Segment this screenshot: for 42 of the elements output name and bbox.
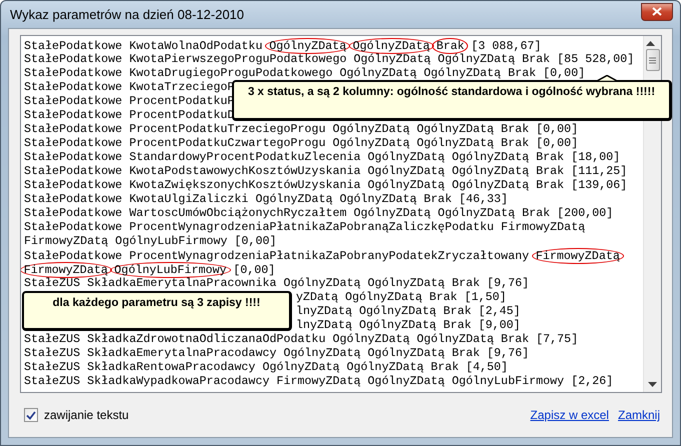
circled-text: OgólnyLubFirmowy: [110, 262, 231, 278]
scroll-down-icon[interactable]: [648, 381, 657, 387]
checkmark-icon: [26, 410, 36, 420]
text-line: StałePodatkowe ProcentPodatkuTrzeciegoProgu OgólnyZDatą OgólnyZDatą Brak [0,00]: [24, 122, 578, 136]
text-line: StałeZUS SkładkaZdrowotnaOdliczanaOdPodatku OgólnyZDatą OgólnyZDatą Brak [7,75]: [24, 332, 578, 346]
circled-text: OgólnyZDatą: [265, 38, 350, 54]
line-text: [3 088,67]: [471, 39, 542, 53]
text-line: StałeZUS SkładkaEmerytalnaPracownika OgólnyZDatą OgólnyZDatą Brak [9,76]: [24, 276, 529, 290]
text-line: StałePodatkowe KwotaPodstawowychKosztówUzyskania OgólnyZDatą OgólnyZDatą Brak [111,25]: [24, 164, 628, 178]
wrap-text-checkbox[interactable]: zawijanie tekstu: [24, 408, 129, 422]
text-line: StałePodatkowe KwotaZwiększonychKosztówUzyskania OgólnyZDatą OgólnyZDatą Brak [139,06]: [24, 178, 628, 192]
scroll-thumb[interactable]: [646, 49, 660, 71]
close-icon: [652, 7, 662, 16]
circled-text: OgólnyZDatą: [348, 38, 434, 54]
text-line: yZDatą OgólnyZDatą Brak [1,50]: [296, 290, 506, 304]
circled-text: FirmowyZDatą: [532, 248, 624, 264]
text-line: StałePodatkowe KwotaUlgiZaliczki OgólnyZDatą OgólnyZDatą Brak [46,33]: [24, 192, 508, 206]
text-line: lnyZDatą OgólnyZDatą Brak [9,00]: [296, 318, 520, 332]
line-text: [0,00]: [233, 263, 276, 277]
line-text: StałePodatkowe ProcentWynagrodzeniaPłatnikaZaPobranyPodatekZryczałtowany: [24, 249, 529, 263]
text-line: StałePodatkowe ProcentPodatkuP: [24, 94, 234, 108]
text-line: StałePodatkowe StandardowyProcentPodatkuZlecenia OgólnyZDatą OgólnyZDatą Brak [18,00]: [24, 150, 620, 164]
text-line: StałePodatkowe WartoscUmówObciążonychRyczałtem OgólnyZDatą OgólnyZDatą Brak [200,00]: [24, 206, 614, 220]
text-line: StałeZUS SkładkaWypadkowaPracodawcy FirmowyZDatą OgólnyZDatą OgólnyLubFirmowy [2,26]: [24, 374, 614, 388]
window-title: Wykaz parametrów na dzień 08-12-2010: [9, 7, 244, 22]
scroll-up-icon[interactable]: [646, 41, 654, 47]
circled-text: Brak: [432, 38, 468, 54]
text-line: lnyZDatą OgólnyZDatą Brak [2,45]: [296, 304, 520, 318]
text-line: StałePodatkowe ProcentPodatkuCzwartegoProgu OgólnyZDatą OgólnyZDatą Brak [0,00]: [24, 136, 578, 150]
text-line: StałeZUS SkładkaRentowaPracodawcy OgólnyZDatą OgólnyZDatą Brak [4,50]: [24, 360, 508, 374]
text-line: StałeZUS SkładkaEmerytalnaPracodawcy OgólnyZDatą OgólnyZDatą Brak [9,76]: [24, 346, 529, 360]
callout-note: dla każdego parametru są 3 zapisy !!!!: [22, 291, 292, 331]
callout-pointer: [596, 75, 618, 82]
action-link[interactable]: Zapisz w excel: [530, 408, 609, 422]
text-line: StałePodatkowe KwotaDrugiegoProguPodatkowego OgólnyZDatą OgólnyZDatą Brak [0,00]: [24, 66, 586, 80]
text-line: FirmowyZDatą OgólnyLubFirmowy [0,00]: [24, 234, 276, 248]
action-link[interactable]: Zamknij: [618, 408, 660, 422]
close-button[interactable]: [641, 2, 673, 20]
line-text: StałePodatkowe KwotaWolnaOdPodatku: [24, 39, 262, 53]
text-line: StałePodatkowe ProcentWynagrodzeniaPłatnikaZaPobranąZaliczkęPodatku FirmowyZDatą: [24, 220, 586, 234]
text-line: StałePodatkowe KwotaPierwszegoProguPodatkowego OgólnyZDatą OgólnyZDatą Brak [85 528,00]: [24, 52, 634, 66]
circled-text: FirmowyZDatą: [21, 262, 112, 278]
